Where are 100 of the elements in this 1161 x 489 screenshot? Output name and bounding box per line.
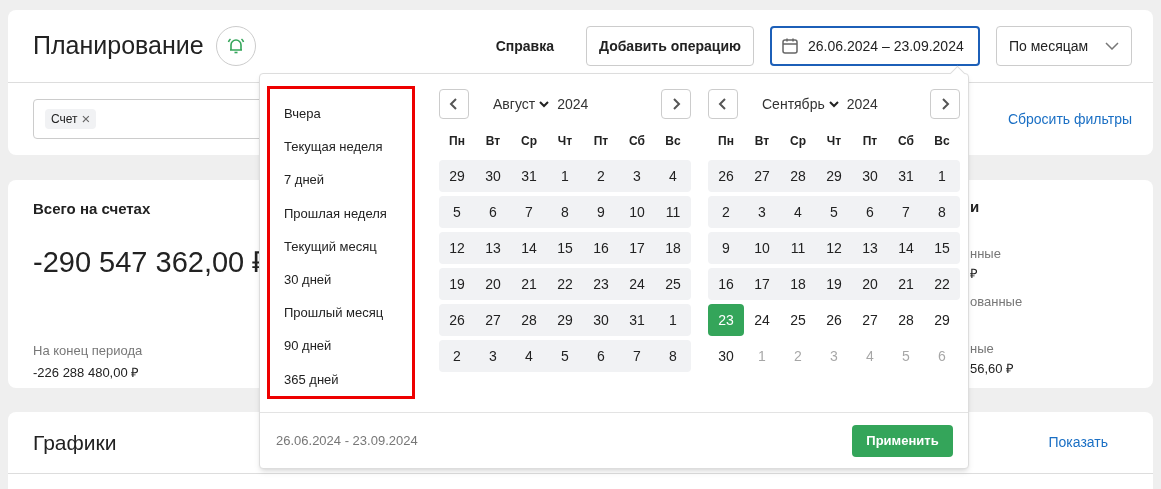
day-cell[interactable]: 5 (439, 196, 475, 228)
day-cell[interactable]: 26 (439, 304, 475, 336)
preset-item[interactable]: Прошлая неделя (284, 196, 412, 230)
day-cell[interactable]: 11 (655, 196, 691, 228)
day-cell[interactable]: 4 (655, 160, 691, 192)
day-cell[interactable]: 14 (888, 232, 924, 264)
next-month-button[interactable] (661, 89, 691, 119)
day-cell[interactable]: 30 (475, 160, 511, 192)
day-cell[interactable]: 28 (888, 304, 924, 336)
day-cell[interactable]: 2 (583, 160, 619, 192)
weekday-label: Ср (789, 133, 807, 150)
day-cell[interactable]: 5 (547, 340, 583, 372)
day-cell[interactable]: 31 (619, 304, 655, 336)
day-cell[interactable]: 12 (816, 232, 852, 264)
day-cell[interactable]: 27 (852, 304, 888, 336)
day-cell[interactable]: 8 (547, 196, 583, 228)
day-cell[interactable]: 22 (924, 268, 960, 300)
day-cell[interactable]: 2 (708, 196, 744, 228)
day-cell[interactable]: 10 (619, 196, 655, 228)
day-cell[interactable]: 31 (888, 160, 924, 192)
day-cell[interactable]: 20 (852, 268, 888, 300)
preset-item[interactable]: 90 дней (284, 329, 412, 363)
preset-item[interactable]: 7 дней (284, 163, 412, 197)
day-cell[interactable]: 10 (744, 232, 780, 264)
day-cell[interactable]: 9 (583, 196, 619, 228)
day-cell[interactable]: 23 (583, 268, 619, 300)
day-cell[interactable]: 19 (439, 268, 475, 300)
next-month-button[interactable] (930, 89, 960, 119)
preset-item[interactable]: 365 дней (284, 362, 412, 396)
day-cell[interactable]: 28 (780, 160, 816, 192)
chip-remove-button[interactable]: × (81, 107, 91, 131)
day-cell[interactable]: 30 (708, 340, 744, 372)
day-cell[interactable]: 6 (475, 196, 511, 228)
day-cell[interactable]: 8 (655, 340, 691, 372)
day-cell[interactable]: 4 (780, 196, 816, 228)
day-cell[interactable]: 18 (780, 268, 816, 300)
previous-month-button[interactable] (439, 89, 469, 119)
weekday-label: Вт (753, 133, 771, 150)
day-cell[interactable]: 13 (852, 232, 888, 264)
day-cell[interactable]: 22 (547, 268, 583, 300)
day-cell[interactable]: 31 (511, 160, 547, 192)
grouping-select[interactable]: По месяцам (996, 26, 1132, 66)
day-cell[interactable]: 15 (924, 232, 960, 264)
day-cell[interactable]: 29 (924, 304, 960, 336)
day-cell[interactable]: 27 (475, 304, 511, 336)
help-button[interactable]: Справка (479, 26, 570, 66)
day-cell[interactable]: 28 (511, 304, 547, 336)
preset-item[interactable]: Текущий месяц (284, 229, 412, 264)
day-cell[interactable]: 1 (547, 160, 583, 192)
day-cell[interactable]: 16 (708, 268, 744, 300)
day-cell[interactable]: 1 (924, 160, 960, 192)
day-cell[interactable]: 14 (511, 232, 547, 264)
day-cell[interactable]: 17 (619, 232, 655, 264)
reset-filters-link[interactable]: Сбросить фильтры (1007, 108, 1132, 130)
add-operation-button[interactable]: Добавить операцию (586, 26, 754, 66)
day-cell[interactable]: 7 (888, 196, 924, 228)
day-cell[interactable]: 17 (744, 268, 780, 300)
day-cell[interactable]: 27 (744, 160, 780, 192)
previous-month-button[interactable] (708, 89, 738, 119)
day-cell[interactable]: 12 (439, 232, 475, 264)
day-cell[interactable]: 2 (439, 340, 475, 372)
day-cell[interactable]: 1 (655, 304, 691, 336)
preset-item[interactable]: Прошлый месяц (284, 296, 412, 330)
day-cell[interactable]: 29 (816, 160, 852, 192)
month-select[interactable]: Август (493, 93, 550, 115)
day-cell[interactable]: 3 (744, 196, 780, 228)
preset-item[interactable]: Вчера (284, 97, 412, 131)
day-cell[interactable]: 11 (780, 232, 816, 264)
date-range-field[interactable]: 26.06.2024 – 23.09.2024 (770, 26, 980, 66)
day-cell[interactable]: 3 (619, 160, 655, 192)
day-cell[interactable]: 29 (439, 160, 475, 192)
day-cell[interactable]: 4 (511, 340, 547, 372)
day-cell[interactable]: 6 (852, 196, 888, 228)
day-cell[interactable]: 5 (816, 196, 852, 228)
day-cell[interactable]: 25 (655, 268, 691, 300)
day-cell[interactable]: 13 (475, 232, 511, 264)
day-cell[interactable]: 3 (475, 340, 511, 372)
day-cell[interactable]: 16 (583, 232, 619, 264)
day-cell[interactable]: 8 (924, 196, 960, 228)
day-cell[interactable]: 21 (888, 268, 924, 300)
day-cell[interactable]: 9 (708, 232, 744, 264)
day-cell[interactable]: 21 (511, 268, 547, 300)
day-cell[interactable]: 19 (816, 268, 852, 300)
day-cell[interactable]: 6 (583, 340, 619, 372)
day-cell[interactable]: 30 (583, 304, 619, 336)
day-cell[interactable]: 24 (619, 268, 655, 300)
day-cell[interactable]: 30 (852, 160, 888, 192)
day-cell[interactable]: 26 (816, 304, 852, 336)
day-cell[interactable]: 24 (744, 304, 780, 336)
day-cell[interactable]: 26 (708, 160, 744, 192)
day-cell[interactable]: 25 (780, 304, 816, 336)
preset-item[interactable]: 30 дней (284, 263, 412, 297)
month-select[interactable]: Сентябрь (762, 93, 839, 115)
show-link[interactable]: Показать (1048, 432, 1108, 453)
day-cell[interactable]: 20 (475, 268, 511, 300)
day-cell[interactable]: 18 (655, 232, 691, 264)
day-cell[interactable]: 15 (547, 232, 583, 264)
day-cell[interactable]: 7 (619, 340, 655, 372)
day-cell[interactable]: 7 (511, 196, 547, 228)
day-cell[interactable]: 29 (547, 304, 583, 336)
